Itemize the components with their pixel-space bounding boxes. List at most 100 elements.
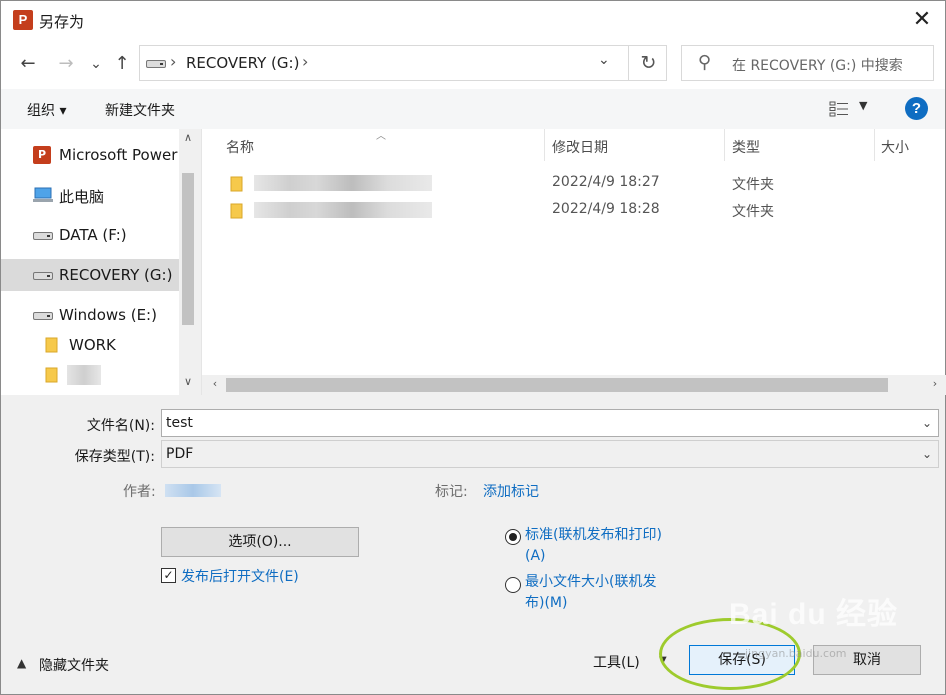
filetype-label: 保存类型(T): <box>74 449 155 465</box>
nav-pane-scrollbar[interactable]: ∧ ∨ <box>179 129 197 395</box>
column-divider[interactable] <box>544 129 545 161</box>
powerpoint-icon: P <box>13 10 37 30</box>
view-options-icon[interactable] <box>829 101 849 117</box>
forward-button[interactable]: → <box>53 51 79 77</box>
file-list-hscrollbar[interactable]: ‹ › <box>202 375 946 395</box>
scroll-down-icon[interactable]: ∨ <box>179 375 197 393</box>
nav-item-data-f[interactable]: DATA (F:) <box>1 219 179 251</box>
powerpoint-icon: P <box>33 146 51 164</box>
scroll-left-icon[interactable]: ‹ <box>206 377 224 393</box>
open-after-publish-label[interactable]: 发布后打开文件(E) <box>181 566 299 586</box>
column-header-type[interactable]: 类型 <box>732 137 760 157</box>
folder-icon <box>45 337 58 353</box>
new-folder-button[interactable]: 新建文件夹 <box>105 100 175 120</box>
nav-item-windows-e[interactable]: Windows (E:) <box>1 299 179 331</box>
filename-value[interactable]: test <box>166 415 193 431</box>
tools-menu[interactable]: 工具(L) <box>593 652 640 672</box>
address-dropdown-icon[interactable]: ⌄ <box>598 52 610 68</box>
search-placeholder[interactable]: 在 RECOVERY (G:) 中搜索 <box>732 55 903 75</box>
file-date: 2022/4/9 18:27 <box>552 174 660 190</box>
sort-ascending-icon: ︿ <box>376 131 386 142</box>
cancel-button[interactable]: 取消 <box>813 645 921 675</box>
redacted-file-name <box>254 175 432 191</box>
column-header-name[interactable]: 名称 <box>226 137 254 157</box>
scroll-right-icon[interactable]: › <box>926 377 944 393</box>
scroll-thumb[interactable] <box>182 173 194 325</box>
filetype-select[interactable]: PDF ⌄ <box>161 440 939 468</box>
standard-option-label[interactable]: 标准(联机发布和打印) (A) <box>525 525 662 567</box>
standard-radio[interactable] <box>505 529 521 545</box>
organize-menu[interactable]: 组织 ▾ <box>27 100 66 120</box>
chevron-down-icon[interactable]: ⌄ <box>922 416 932 430</box>
nav-item-label: Microsoft Power <box>59 146 178 164</box>
folder-icon <box>230 176 243 192</box>
nav-item-label: RECOVERY (G:) <box>59 266 173 284</box>
search-box[interactable]: ⚲ 在 RECOVERY (G:) 中搜索 <box>681 45 934 81</box>
breadcrumb-separator[interactable]: › <box>170 52 176 71</box>
filename-label: 文件名(N): <box>86 418 155 434</box>
refresh-button[interactable]: ↻ <box>628 46 668 80</box>
nav-item-recovery-g[interactable]: RECOVERY (G:) <box>1 259 179 291</box>
hide-folders-button[interactable]: 隐藏文件夹 <box>39 655 109 675</box>
breadcrumb-recovery[interactable]: RECOVERY (G:) <box>186 54 299 72</box>
file-type: 文件夹 <box>732 177 774 193</box>
minimum-size-option-line1: 最小文件大小(联机发 <box>525 574 657 590</box>
search-icon: ⚲ <box>698 52 712 73</box>
minimum-size-option-line2: 布)(M) <box>525 595 568 611</box>
close-button[interactable]: ✕ <box>909 7 935 33</box>
add-tags-link[interactable]: 添加标记 <box>483 481 539 501</box>
tools-dropdown-icon[interactable]: ▼ <box>659 655 667 666</box>
save-button[interactable]: 保存(S) <box>689 645 795 675</box>
file-date: 2022/4/9 18:28 <box>552 201 660 217</box>
recent-locations-button[interactable]: ⌄ <box>83 51 109 77</box>
nav-item-label: DATA (F:) <box>59 226 127 244</box>
nav-item-label: Windows (E:) <box>59 306 157 324</box>
scroll-thumb[interactable] <box>226 378 888 392</box>
title-bar: P 另存为 ✕ <box>1 1 945 39</box>
nav-item-work[interactable]: WORK <box>1 329 179 361</box>
drive-icon <box>146 60 166 68</box>
view-dropdown-icon[interactable]: ▼ <box>859 99 867 112</box>
standard-option-line2: (A) <box>525 548 546 564</box>
nav-item-label: WORK <box>69 336 116 354</box>
options-button[interactable]: 选项(O)... <box>161 527 359 557</box>
column-header-date[interactable]: 修改日期 <box>552 137 608 157</box>
computer-icon <box>33 187 53 202</box>
column-divider[interactable] <box>724 129 725 161</box>
filetype-value[interactable]: PDF <box>166 446 193 462</box>
file-type: 文件夹 <box>732 204 774 220</box>
file-row[interactable]: 2022/4/9 18:27 文件夹 <box>202 170 946 196</box>
drive-icon <box>33 272 53 280</box>
standard-option-line1: 标准(联机发布和打印) <box>525 527 662 543</box>
filename-input[interactable]: test ⌄ <box>161 409 939 437</box>
open-after-publish-checkbox[interactable]: ✓ <box>161 568 176 583</box>
minimum-size-radio[interactable] <box>505 577 521 593</box>
nav-item-folder[interactable] <box>1 359 179 391</box>
folder-icon <box>230 203 243 219</box>
up-button[interactable]: ↑ <box>109 51 135 77</box>
back-button[interactable]: ← <box>15 51 41 77</box>
column-header-size[interactable]: 大小 <box>881 137 909 157</box>
breadcrumb-separator[interactable]: › <box>302 52 308 71</box>
help-button[interactable]: ? <box>905 97 928 120</box>
drive-icon <box>33 312 53 320</box>
chevron-down-icon[interactable]: ⌄ <box>922 447 932 461</box>
chevron-up-icon[interactable]: ▲ <box>17 656 26 670</box>
file-list: ︿ 名称 修改日期 类型 大小 2022/4/9 18:27 文件夹 2022/… <box>201 129 946 395</box>
scroll-up-icon[interactable]: ∧ <box>179 131 197 149</box>
navigation-bar: ← → ⌄ ↑ › RECOVERY (G:) › ⌄ ↻ ⚲ 在 RECOVE… <box>1 39 945 89</box>
watermark-logo: Bai du 经验 <box>729 598 899 631</box>
redacted-author[interactable] <box>165 484 221 497</box>
minimum-size-option-label[interactable]: 最小文件大小(联机发 布)(M) <box>525 572 656 614</box>
file-row[interactable]: 2022/4/9 18:28 文件夹 <box>202 197 946 223</box>
window-title: 另存为 <box>39 13 85 31</box>
save-as-dialog: P 另存为 ✕ ← → ⌄ ↑ › RECOVERY (G:) › ⌄ ↻ ⚲ … <box>0 0 946 695</box>
address-bar[interactable]: › RECOVERY (G:) › ⌄ ↻ <box>139 45 667 81</box>
folder-icon <box>45 367 58 383</box>
nav-item-this-pc[interactable]: 此电脑 <box>1 179 179 211</box>
nav-item-microsoft-powerpoint[interactable]: P Microsoft Power <box>1 139 179 171</box>
column-divider[interactable] <box>874 129 875 161</box>
drive-icon <box>33 232 53 240</box>
command-bar: 组织 ▾ 新建文件夹 ▼ ? <box>1 89 945 129</box>
navigation-pane: P Microsoft Power 此电脑 DATA (F:) RECOVERY… <box>1 129 197 395</box>
